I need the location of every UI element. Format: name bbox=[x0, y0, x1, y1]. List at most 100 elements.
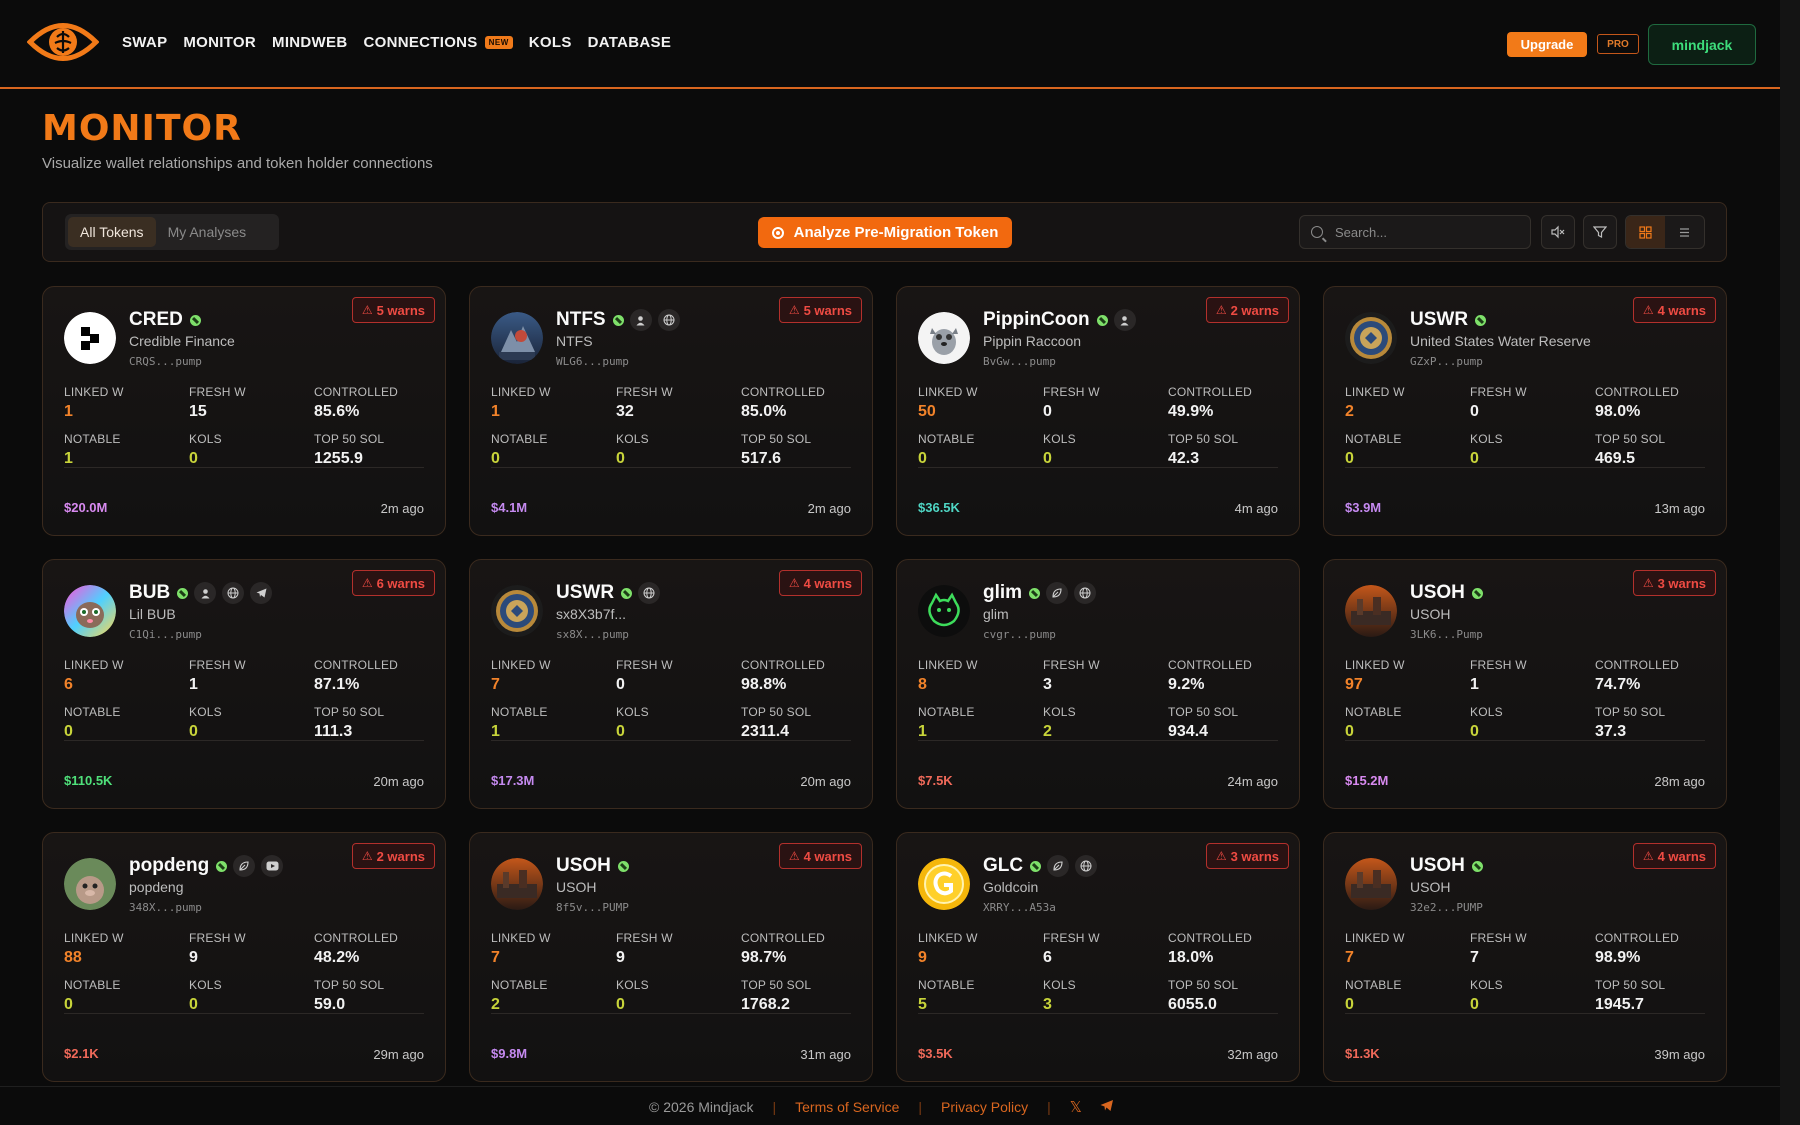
token-card[interactable]: USWR United States Water Reserve GZxP...pu… bbox=[1323, 286, 1727, 536]
globe-icon[interactable] bbox=[222, 582, 245, 604]
warnings-badge[interactable]: ⚠ 6 warns bbox=[351, 570, 435, 596]
token-address[interactable]: XRRY...A53a bbox=[983, 901, 1056, 914]
nav-database[interactable]: DATABASE bbox=[588, 34, 672, 51]
token-card[interactable]: glim glim cvgr...pump LINKED W 8 FRESH W 3 CONT… bbox=[896, 559, 1300, 809]
target-icon bbox=[771, 226, 784, 239]
warnings-badge[interactable]: ⚠ 2 warns bbox=[351, 843, 435, 869]
list-view-button[interactable] bbox=[1665, 216, 1704, 248]
nav-monitor[interactable]: MONITOR bbox=[183, 34, 256, 51]
stat-kols: KOLS 0 bbox=[616, 978, 649, 1014]
token-symbol-row: NTFS bbox=[556, 309, 680, 331]
nav-kols[interactable]: KOLS bbox=[529, 34, 572, 51]
warning-icon: ⚠ bbox=[1215, 849, 1227, 863]
nav-swap[interactable]: SWAP bbox=[122, 34, 167, 51]
grid-view-button[interactable] bbox=[1626, 216, 1665, 248]
list-icon bbox=[1680, 227, 1689, 237]
stat-value: 6055.0 bbox=[1168, 996, 1217, 1013]
token-card[interactable]: PippinCoon Pippin Raccoon BvGw...pump ⚠ 2 wa… bbox=[896, 286, 1300, 536]
token-card[interactable]: USWR sx8X3b7f... sx8X...pump ⚠ 4 warns LINKED… bbox=[469, 559, 873, 809]
warnings-badge[interactable]: ⚠ 3 warns bbox=[1205, 843, 1289, 869]
token-address[interactable]: C1Qi...pump bbox=[129, 628, 202, 641]
warnings-badge[interactable]: ⚠ 4 warns bbox=[1632, 297, 1716, 323]
token-address[interactable]: CRQS...pump bbox=[129, 355, 202, 368]
warnings-badge[interactable]: ⚠ 3 warns bbox=[1632, 570, 1716, 596]
token-address[interactable]: BvGw...pump bbox=[983, 355, 1056, 368]
tab-all-tokens[interactable]: All Tokens bbox=[68, 217, 156, 247]
token-address[interactable]: 8f5v...PUMP bbox=[556, 901, 629, 914]
token-card[interactable]: popdeng popdeng 348X...pump ⚠ 2 warns LINKED … bbox=[42, 832, 446, 1082]
terms-link[interactable]: Terms of Service bbox=[795, 1099, 899, 1115]
telegram-icon[interactable] bbox=[250, 582, 273, 604]
stat-controlled: CONTROLLED 74.7% bbox=[1595, 658, 1679, 694]
stat-label: LINKED W bbox=[1345, 658, 1405, 672]
warnings-badge[interactable]: ⚠ 4 warns bbox=[1632, 843, 1716, 869]
stat-notable: NOTABLE 1 bbox=[491, 705, 548, 741]
token-name: glim bbox=[983, 606, 1009, 622]
upgrade-button[interactable]: Upgrade bbox=[1507, 32, 1587, 57]
warnings-badge[interactable]: ⚠ 5 warns bbox=[351, 297, 435, 323]
token-address[interactable]: 32e2...PUMP bbox=[1410, 901, 1483, 914]
main-nav: SWAP MONITOR MINDWEB CONNECTIONS NEW KOLS… bbox=[122, 34, 687, 51]
stat-value: 74.7% bbox=[1595, 676, 1641, 693]
person-icon[interactable] bbox=[629, 309, 652, 331]
globe-icon[interactable] bbox=[1075, 855, 1098, 877]
time-ago: 2m ago bbox=[807, 501, 851, 516]
globe-icon[interactable] bbox=[657, 309, 680, 331]
stat-label: KOLS bbox=[1470, 978, 1503, 992]
stat-controlled: CONTROLLED 98.0% bbox=[1595, 385, 1679, 421]
stat-value: 1768.2 bbox=[741, 996, 790, 1013]
privacy-link[interactable]: Privacy Policy bbox=[941, 1099, 1028, 1115]
person-icon[interactable] bbox=[194, 582, 217, 604]
token-address[interactable]: sx8X...pump bbox=[556, 628, 629, 641]
warnings-badge[interactable]: ⚠ 4 warns bbox=[778, 570, 862, 596]
token-card[interactable]: USOH USOH 32e2...PUMP ⚠ 4 warns LINKED W 7 FRES… bbox=[1323, 832, 1727, 1082]
stat-fresh-wallets: FRESH W 1 bbox=[189, 658, 246, 694]
brand-logo[interactable] bbox=[27, 17, 99, 67]
market-cap: $7.5K bbox=[918, 773, 953, 788]
tab-my-analyses[interactable]: My Analyses bbox=[156, 217, 259, 247]
pill-icon bbox=[1469, 858, 1486, 874]
leaf-icon[interactable] bbox=[1046, 582, 1069, 604]
token-card[interactable]: GLC Goldcoin XRRY...A53a ⚠ 3 warns LINKED W 9 F… bbox=[896, 832, 1300, 1082]
person-icon[interactable] bbox=[1113, 309, 1136, 331]
token-card[interactable]: USOH USOH 3LK6...Pump ⚠ 3 warns LINKED W 97 FRE… bbox=[1323, 559, 1727, 809]
search-box[interactable] bbox=[1299, 215, 1531, 249]
analyze-token-button[interactable]: Analyze Pre-Migration Token bbox=[758, 217, 1012, 248]
user-account-button[interactable]: mindjack bbox=[1648, 24, 1756, 65]
warnings-badge[interactable]: ⚠ 2 warns bbox=[1205, 297, 1289, 323]
token-name: USOH bbox=[556, 879, 597, 895]
token-address[interactable]: cvgr...pump bbox=[983, 628, 1056, 641]
youtube-icon[interactable] bbox=[261, 855, 284, 877]
token-card[interactable]: USOH USOH 8f5v...PUMP ⚠ 4 warns LINKED W 7 FRES… bbox=[469, 832, 873, 1082]
stat-notable: NOTABLE 0 bbox=[64, 978, 121, 1014]
stat-label: LINKED W bbox=[64, 385, 124, 399]
leaf-icon[interactable] bbox=[233, 855, 256, 877]
token-card[interactable]: NTFS NTFS WLG6...pump ⚠ 5 warns LINKED W 1 FRES… bbox=[469, 286, 873, 536]
stat-value: 49.9% bbox=[1168, 403, 1214, 420]
token-card[interactable]: BUB Lil BUB C1Qi...pump ⚠ 6 warns LINKED W 6 FR… bbox=[42, 559, 446, 809]
globe-icon[interactable] bbox=[638, 582, 661, 604]
token-name: Lil BUB bbox=[129, 606, 176, 622]
globe-icon[interactable] bbox=[1074, 582, 1097, 604]
mute-button[interactable] bbox=[1541, 215, 1575, 249]
token-card[interactable]: CRED Credible Finance CRQS...pump ⚠ 5 warns L… bbox=[42, 286, 446, 536]
leaf-icon[interactable] bbox=[1047, 855, 1070, 877]
search-input[interactable] bbox=[1335, 224, 1525, 240]
nav-mindweb[interactable]: MINDWEB bbox=[272, 34, 347, 51]
token-address[interactable]: 348X...pump bbox=[129, 901, 202, 914]
market-cap: $36.5K bbox=[918, 500, 960, 515]
stat-kols: KOLS 0 bbox=[189, 705, 222, 741]
page-scrollbar[interactable] bbox=[1780, 0, 1800, 1125]
warnings-badge[interactable]: ⚠ 4 warns bbox=[778, 843, 862, 869]
telegram-icon[interactable] bbox=[1100, 1099, 1114, 1116]
token-address[interactable]: WLG6...pump bbox=[556, 355, 629, 368]
stat-label: TOP 50 SOL bbox=[741, 705, 812, 719]
token-avatar bbox=[64, 312, 116, 364]
warnings-badge[interactable]: ⚠ 5 warns bbox=[778, 297, 862, 323]
filter-button[interactable] bbox=[1583, 215, 1617, 249]
nav-connections[interactable]: CONNECTIONS NEW bbox=[363, 34, 513, 51]
token-address[interactable]: GZxP...pump bbox=[1410, 355, 1483, 368]
stat-label: FRESH W bbox=[189, 931, 246, 945]
token-address[interactable]: 3LK6...Pump bbox=[1410, 628, 1483, 641]
x-twitter-icon[interactable]: 𝕏 bbox=[1070, 1098, 1082, 1116]
